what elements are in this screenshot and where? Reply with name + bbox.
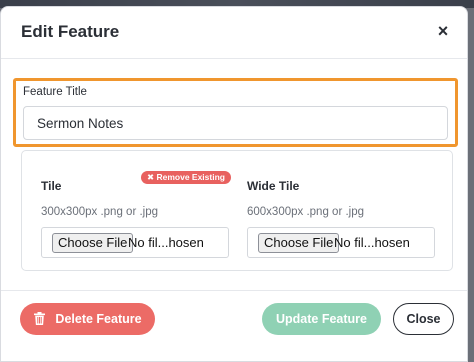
trash-icon [34,312,45,325]
wide-tile-choose-file-button[interactable]: Choose File [258,233,340,253]
wide-tile-file-name: No fil...hosen [334,235,410,250]
tile-choose-file-button[interactable]: Choose File [52,233,134,253]
tile-file-name: No fil...hosen [128,235,204,250]
close-icon[interactable]: × [433,21,453,41]
wide-tile-hint: 600x300px .png or .jpg [247,206,365,218]
modal-header: Edit Feature × [1,7,467,59]
modal-title: Edit Feature [21,22,120,41]
feature-title-input[interactable] [23,106,448,140]
tile-hint: 300x300px .png or .jpg [41,206,159,218]
wide-tile-label: Wide Tile [247,179,300,193]
close-button[interactable]: Close [393,303,454,335]
wide-tile-file-input[interactable]: Choose File No fil...hosen [247,227,435,258]
delete-feature-button[interactable]: Delete Feature [20,303,155,335]
remove-existing-badge[interactable]: ✖ Remove Existing [141,171,231,184]
image-upload-panel: Tile ✖ Remove Existing 300x300px .png or… [21,150,453,271]
tile-label: Tile [41,179,62,193]
feature-title-label: Feature Title [23,86,87,98]
update-feature-button[interactable]: Update Feature [262,303,381,335]
delete-feature-label: Delete Feature [55,312,142,326]
footer-divider [1,290,467,291]
tile-file-input[interactable]: Choose File No fil...hosen [41,227,229,258]
feature-title-group: Feature Title [13,78,458,147]
